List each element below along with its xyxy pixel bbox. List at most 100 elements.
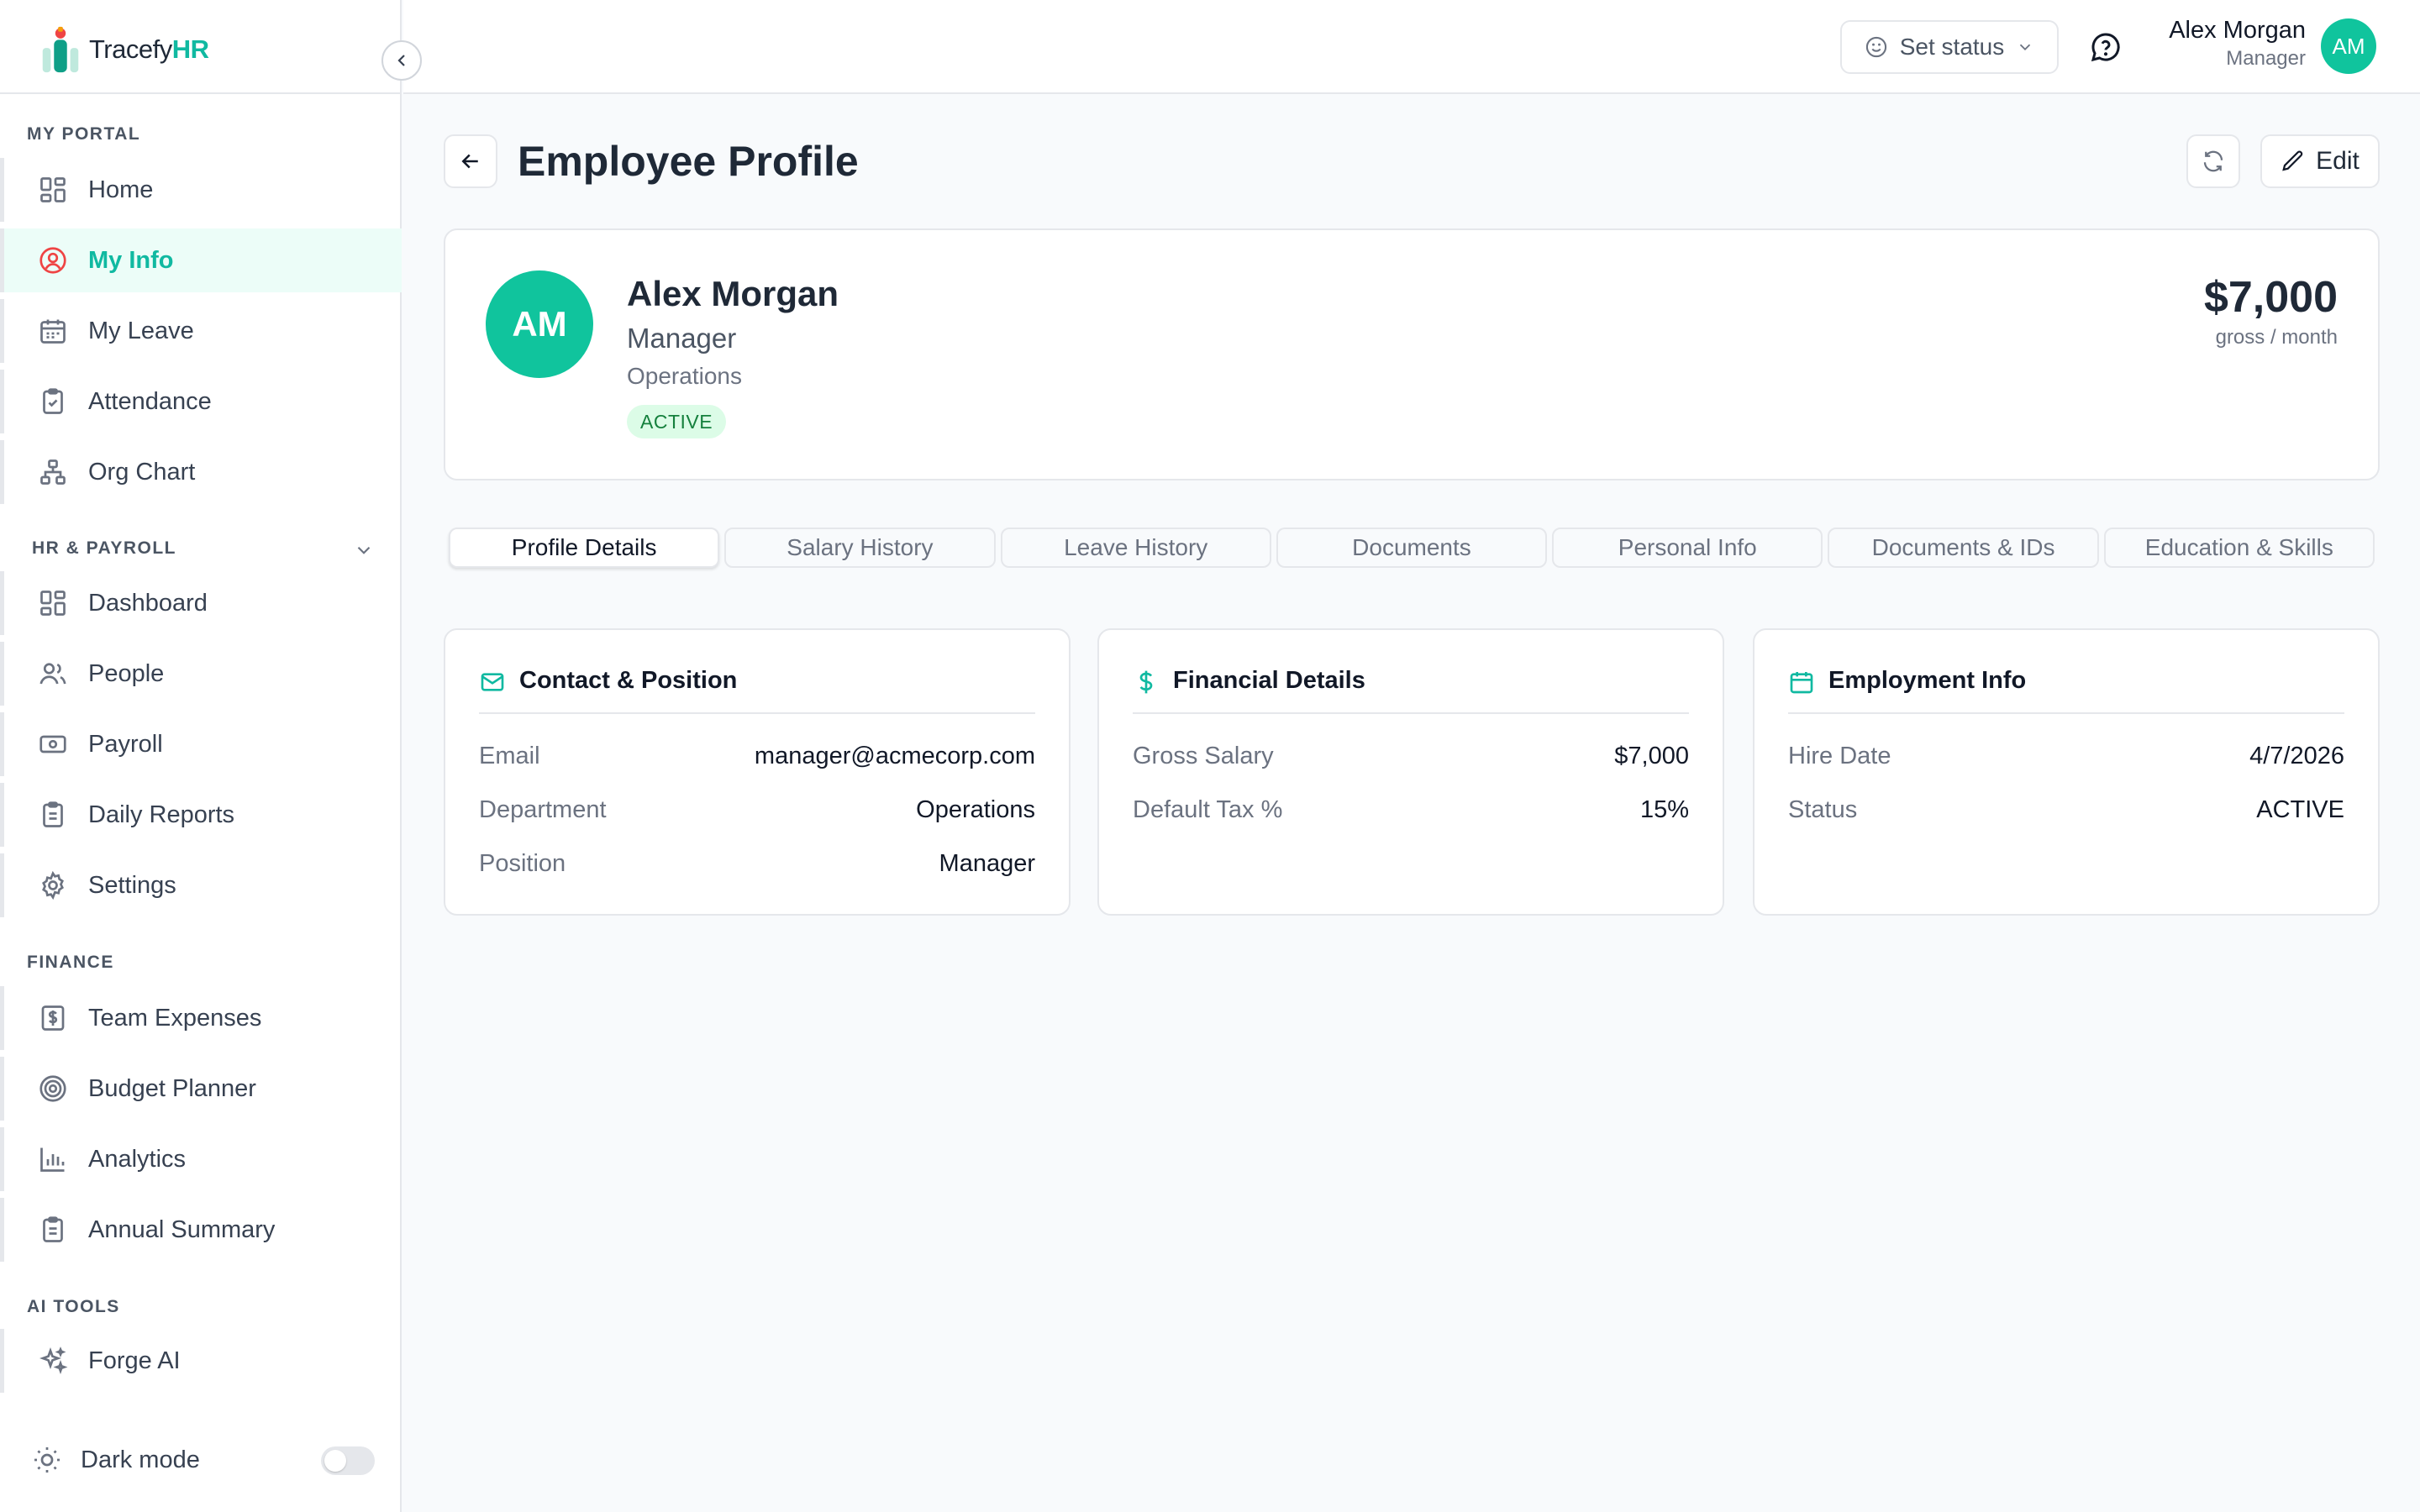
mail-icon [481,673,504,691]
card-title: Employment Info [1828,667,2027,694]
sidebar-item-label: My Leave [88,317,194,344]
users-icon [39,663,66,685]
info-label: Position [479,850,566,877]
grid-icon [40,591,66,616]
info-value: 4/7/2026 [2249,743,2344,769]
sidebar-item-label: Attendance [88,387,212,415]
calendar-icon [40,319,66,344]
sidebar-item-my-leave[interactable]: My Leave [0,299,402,363]
gear-icon [42,870,64,900]
sidebar-item-settings[interactable]: Settings [0,853,402,917]
tab-leave-history[interactable]: Leave History [1000,528,1271,568]
org-chart-icon [40,459,66,485]
profile-name: Alex Morgan [627,274,839,313]
tab-documents[interactable]: Documents [1276,528,1548,568]
sidebar-item-label: Settings [88,871,176,899]
sidebar-item-people[interactable]: People [0,642,402,706]
tab-education-skills[interactable]: Education & Skills [2103,528,2375,568]
profile-tabs: Profile Details Salary History Leave His… [449,528,2375,570]
sidebar: TracefyHR MY PORTAL Home My Info My Leav… [0,0,402,1512]
sidebar-item-team-expenses[interactable]: Team Expenses [0,986,402,1050]
clipboard-check-icon [43,388,63,414]
info-label: Status [1788,796,1858,823]
clipboard-list-icon [43,1216,63,1242]
sidebar-item-forge-ai[interactable]: Forge AI [0,1329,402,1393]
tab-salary-history[interactable]: Salary History [724,528,996,568]
sidebar-item-label: Annual Summary [88,1215,276,1243]
tab-documents-ids[interactable]: Documents & IDs [1828,528,2099,568]
info-label: Email [479,743,540,769]
grid-icon [40,177,66,202]
user-name[interactable]: Alex Morgan [2169,17,2306,45]
card-title: Financial Details [1173,667,1365,694]
arrow-left-icon [461,154,478,169]
sidebar-item-analytics[interactable]: Analytics [0,1127,402,1191]
info-label: Hire Date [1788,743,1891,769]
clipboard-list-icon [43,801,63,827]
logo-icon [42,26,79,73]
sidebar-item-attendance[interactable]: Attendance [0,370,402,433]
sidebar-item-label: Budget Planner [88,1074,256,1102]
info-row-position: Position Manager [479,850,1035,878]
sidebar-item-label: Dashboard [88,589,208,617]
info-row-email: Email manager@acmecorp.com [479,743,1035,770]
tab-profile-details[interactable]: Profile Details [449,528,720,568]
section-label-ai-tools: AI TOOLS [27,1297,120,1316]
section-label-finance: FINANCE [27,953,114,972]
financial-details-card: Financial Details Gross Salary $7,000 De… [1097,628,1724,916]
info-value: Manager [939,850,1035,877]
back-button[interactable] [444,134,497,188]
profile-salary: $7,000 [2203,273,2338,322]
page-title: Employee Profile [518,138,859,185]
banknote-icon [39,735,66,753]
info-row-default-tax: Default Tax % 15% [1133,796,1689,824]
profile-department: Operations [627,363,742,389]
info-row-gross-salary: Gross Salary $7,000 [1133,743,1689,770]
sidebar-item-label: Org Chart [88,458,196,486]
info-value: ACTIVE [2256,796,2344,823]
help-chat-icon[interactable] [2089,30,2123,64]
smile-icon [1865,36,1886,58]
refresh-button[interactable] [2186,134,2240,188]
profile-avatar: AM [486,270,593,378]
sidebar-item-label: Payroll [88,730,163,758]
sidebar-item-home[interactable]: Home [0,158,402,222]
sidebar-item-budget-planner[interactable]: Budget Planner [0,1057,402,1121]
info-label: Default Tax % [1133,796,1283,823]
edit-button[interactable]: Edit [2260,134,2380,188]
refresh-icon [2203,150,2223,172]
employment-info-card: Employment Info Hire Date 4/7/2026 Statu… [1753,628,2380,916]
section-label-my-portal: MY PORTAL [27,124,141,144]
user-circle-icon [39,247,66,274]
sidebar-item-org-chart[interactable]: Org Chart [0,440,402,504]
info-label: Department [479,796,607,823]
chevron-left-icon [397,55,405,66]
sidebar-item-annual-summary[interactable]: Annual Summary [0,1198,402,1262]
info-value: 15% [1639,796,1689,823]
card-header: Employment Info [1788,667,2344,714]
sidebar-item-label: Team Expenses [88,1004,262,1032]
card-header: Contact & Position [479,667,1035,714]
sidebar-item-daily-reports[interactable]: Daily Reports [0,783,402,847]
sidebar-item-dashboard[interactable]: Dashboard [0,571,402,635]
logo[interactable]: TracefyHR [40,25,209,74]
info-row-department: Department Operations [479,796,1035,824]
sidebar-item-my-info[interactable]: My Info [0,228,402,292]
card-title: Contact & Position [519,667,738,694]
set-status-button[interactable]: Set status [1840,20,2059,74]
topbar: Set status Alex Morgan Manager AM [403,0,2420,94]
chevron-down-icon[interactable] [353,539,375,561]
info-value: manager@acmecorp.com [754,743,1035,769]
dark-mode-label: Dark mode [81,1446,200,1473]
info-row-hire-date: Hire Date 4/7/2026 [1788,743,2344,770]
sidebar-item-payroll[interactable]: Payroll [0,712,402,776]
avatar[interactable]: AM [2321,18,2376,74]
dollar-icon [1139,670,1153,694]
status-badge: ACTIVE [627,405,727,438]
bar-chart-icon [40,1147,65,1172]
sidebar-collapse-button[interactable] [381,40,422,81]
profile-card: AM Alex Morgan Manager Operations ACTIVE… [444,228,2380,480]
dark-mode-toggle[interactable] [321,1446,375,1475]
tab-personal-info[interactable]: Personal Info [1552,528,1823,568]
sparkles-icon [39,1347,68,1374]
